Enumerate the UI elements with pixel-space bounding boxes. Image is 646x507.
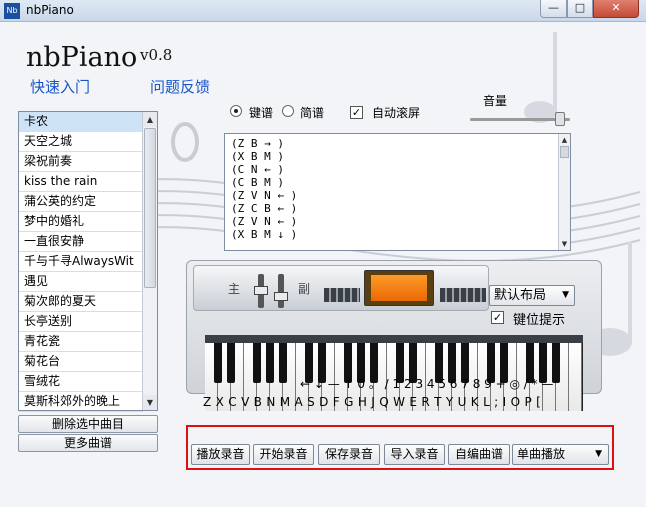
title-bar: Nb nbPiano — □ ✕: [0, 0, 646, 22]
play-recording-button[interactable]: 播放录音: [191, 444, 250, 465]
song-list-item[interactable]: 蒲公英的约定: [19, 192, 143, 212]
song-list-item[interactable]: 梦中的婚礼: [19, 212, 143, 232]
simple-score-radio[interactable]: [282, 105, 294, 117]
black-key[interactable]: [253, 343, 261, 383]
play-mode-value: 单曲播放: [517, 447, 566, 461]
scrollbar-thumb[interactable]: [144, 128, 156, 288]
song-list-item[interactable]: 莫斯科郊外的晚上: [19, 392, 143, 412]
song-list-item[interactable]: kiss the rain: [19, 172, 143, 192]
scroll-down-arrow-icon[interactable]: ▼: [143, 395, 157, 410]
score-line: (Z V N ← ): [231, 215, 298, 228]
song-list-scrollbar[interactable]: ▲ ▼: [142, 112, 157, 410]
play-mode-dropdown[interactable]: 单曲播放 ▼: [512, 444, 609, 465]
lcd-display: [364, 270, 434, 306]
keymap-row-1: ← ↓ — ↑ 0 。 / 1 2 3 4 5 6 7 8 9 + ◎ / * …: [300, 377, 554, 391]
import-recording-button[interactable]: 导入录音: [384, 444, 445, 465]
show-keys-label: 键位提示: [513, 313, 566, 328]
black-key[interactable]: [266, 343, 274, 383]
scrollbar-thumb[interactable]: [560, 146, 569, 158]
key-score-radio[interactable]: [230, 105, 242, 117]
score-lines: (Z B → ) (X B M ) (C N ← ) (C B M ) (Z V N ←…: [231, 137, 297, 241]
scroll-up-arrow-icon[interactable]: ▲: [143, 112, 157, 127]
score-line: (X B M ): [231, 150, 284, 163]
song-list-item[interactable]: 梁祝前奏: [19, 152, 143, 172]
volume-label: 音量: [483, 94, 508, 108]
score-line: (Z B → ): [231, 137, 284, 150]
black-key[interactable]: [279, 343, 287, 383]
feedback-link[interactable]: 问题反馈: [150, 76, 210, 97]
score-textbox[interactable]: (Z B → ) (X B M ) (C N ← ) (C B M ) (Z V N ←…: [224, 133, 571, 251]
minimize-button[interactable]: —: [540, 0, 567, 18]
main-window-body: nbPiano v0.8 快速入门 问题反馈 卡农 天空之城 梁祝前奏 kiss th…: [0, 22, 646, 507]
chevron-down-icon: ▼: [562, 290, 569, 300]
keyboard-control-panel: 主 副: [193, 265, 489, 311]
white-key[interactable]: [569, 343, 582, 411]
start-recording-button[interactable]: 开始录音: [253, 444, 314, 465]
fader-knob[interactable]: [274, 292, 288, 301]
score-line: (C N ← ): [231, 163, 284, 176]
layout-dropdown[interactable]: 默认布局 ▼: [489, 285, 575, 306]
sub-channel-label: 副: [298, 282, 311, 296]
compose-score-button[interactable]: 自编曲谱: [448, 444, 510, 465]
window-title: nbPiano: [26, 3, 74, 17]
song-list-item[interactable]: 菊次郎的夏天: [19, 292, 143, 312]
panel-buttons: [440, 288, 486, 302]
song-list-item[interactable]: 天空之城: [19, 132, 143, 152]
score-line: (Z V N ← ): [231, 189, 298, 202]
volume-slider-knob[interactable]: [555, 112, 565, 126]
version-label: v0.8: [140, 46, 173, 64]
app-icon: Nb: [4, 3, 20, 19]
delete-selected-button[interactable]: 删除选中曲目: [18, 415, 158, 433]
keymap-row-2: Z X C V B N M A S D F G H J Q W E R T Y …: [203, 395, 542, 409]
maximize-button[interactable]: □: [567, 0, 593, 18]
auto-scroll-checkbox[interactable]: ✓: [350, 106, 363, 119]
song-list-item[interactable]: 长亭送别: [19, 312, 143, 332]
keyboard-panel: 主 副 默认布局 ▼ ✓ 键位提示: [186, 260, 602, 411]
fader-knob[interactable]: [254, 286, 268, 295]
chevron-down-icon: ▼: [595, 449, 602, 459]
score-line: (Z C B ← ): [231, 202, 298, 215]
quick-start-link[interactable]: 快速入门: [30, 76, 90, 97]
key-score-label: 键谱: [249, 106, 274, 120]
simple-score-label: 简谱: [300, 106, 325, 120]
panel-buttons: [324, 288, 360, 302]
auto-scroll-label: 自动滚屏: [372, 106, 421, 120]
song-list-item[interactable]: 遇见: [19, 272, 143, 292]
close-button[interactable]: ✕: [593, 0, 639, 18]
black-key[interactable]: [227, 343, 235, 383]
score-scrollbar[interactable]: ▲ ▼: [558, 134, 570, 250]
more-songs-button[interactable]: 更多曲谱: [18, 434, 158, 452]
song-list-item[interactable]: 一直很安静: [19, 232, 143, 252]
scroll-up-arrow-icon[interactable]: ▲: [559, 134, 570, 146]
scroll-down-arrow-icon[interactable]: ▼: [559, 238, 570, 250]
black-key[interactable]: [214, 343, 222, 383]
main-channel-label: 主: [228, 282, 241, 296]
song-list-item[interactable]: 千与千寻AlwaysWit: [19, 252, 143, 272]
sub-volume-fader[interactable]: [278, 274, 284, 308]
app-logo: nbPiano: [26, 42, 138, 73]
score-line: (X B M ↓ ): [231, 228, 298, 241]
show-keys-checkbox[interactable]: ✓: [491, 311, 504, 324]
song-list[interactable]: 卡农 天空之城 梁祝前奏 kiss the rain 蒲公英的约定 梦中的婚礼 一直很安静千…: [18, 111, 158, 412]
layout-dropdown-value: 默认布局: [494, 288, 547, 303]
song-items: 卡农 天空之城 梁祝前奏 kiss the rain 蒲公英的约定 梦中的婚礼 一直很安静千…: [19, 112, 157, 412]
song-list-item[interactable]: 雪绒花: [19, 372, 143, 392]
song-list-item[interactable]: 菊花台: [19, 352, 143, 372]
song-list-item[interactable]: 青花瓷: [19, 332, 143, 352]
save-recording-button[interactable]: 保存录音: [318, 444, 380, 465]
song-list-item[interactable]: 卡农: [19, 112, 143, 132]
keyboard-ribbon: [205, 335, 583, 343]
score-line: (C B M ): [231, 176, 284, 189]
